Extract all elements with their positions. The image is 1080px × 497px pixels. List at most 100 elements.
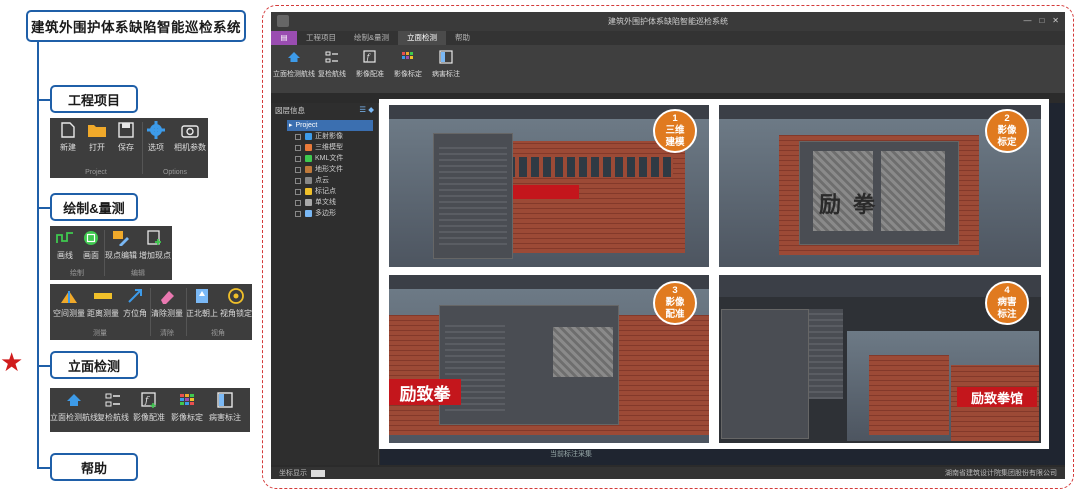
group-label-view: 视角 — [211, 330, 225, 337]
options-button[interactable]: 选项 — [140, 118, 172, 153]
tab-draw-measure[interactable]: 绘制&量测 — [345, 31, 398, 45]
image-calibration-button[interactable]: 影像标定 — [389, 45, 427, 93]
tab-facade-detection[interactable]: 立面检测 — [398, 31, 447, 45]
image-registration-button[interactable]: f 影像配准 — [130, 388, 168, 423]
draw-line-button[interactable]: 画线 — [52, 226, 78, 261]
step-badge-3: 3 影像 配准 — [653, 281, 697, 325]
edit-points-icon — [112, 229, 130, 247]
distance-measure-button[interactable]: 距离测量 — [86, 284, 120, 319]
category-facade-detection: 立面检测 — [50, 351, 138, 379]
azimuth-button[interactable]: 方位角 — [120, 284, 150, 319]
layer-icon — [305, 210, 312, 217]
tree-trunk-line — [37, 42, 39, 468]
category-help: 帮助 — [50, 453, 138, 481]
ruler-icon — [93, 287, 113, 305]
ribbon-measure: 空间测量 距离测量 方位角 清除测量 正北朝上 视角锁定 测量 清除 视角 — [50, 284, 252, 340]
space-measure-icon — [60, 287, 78, 305]
home-icon — [287, 48, 301, 66]
group-label-edit: 编辑 — [131, 270, 145, 277]
grid-colors-icon — [179, 391, 195, 409]
tree-node-markers[interactable]: 标记点 — [277, 186, 378, 197]
file-tab[interactable]: ▤ — [271, 31, 297, 45]
tree-node-lines[interactable]: 单文线 — [277, 197, 378, 208]
list-view-icon[interactable]: ☰ ◆ — [359, 105, 374, 114]
layer-icon — [305, 133, 312, 140]
north-up-button[interactable]: 正北朝上 — [184, 284, 220, 319]
coordinate-field — [311, 469, 325, 477]
camera-icon — [181, 121, 199, 139]
camera-params-button[interactable]: 相机参数 — [172, 118, 208, 153]
layer-tree: ▸ Project 正射影像 三维模型 KML文件 地形文件 点云 标记点 单文线… — [271, 116, 378, 219]
bottom-hint: 当前标注采集 — [550, 451, 592, 458]
group-label-clear: 清除 — [160, 330, 174, 337]
panel-icon — [217, 391, 233, 409]
layer-icon — [305, 155, 312, 162]
step-panel-calibration: 励拳 2 影像 标定 — [719, 105, 1041, 267]
home-icon — [66, 391, 82, 409]
svg-text:f: f — [366, 53, 372, 62]
tree-node-model[interactable]: 三维模型 — [277, 142, 378, 153]
minimize-icon[interactable]: — — [1023, 16, 1031, 25]
ribbon-facade: 立面检测航线 复检航线 f 影像配准 影像标定 病害标注 — [50, 388, 250, 432]
status-bar: 坐标显示 湖南省建筑设计院集团股份有限公司 — [271, 467, 1065, 479]
layer-panel: 図层信息 ☰ ◆ ▸ Project 正射影像 三维模型 KML文件 地形文件 点… — [271, 103, 379, 465]
tab-help[interactable]: 帮助 — [446, 31, 479, 45]
polygon-icon — [83, 229, 99, 247]
highlight-star-icon: ★ — [0, 347, 24, 377]
new-button[interactable]: 新建 — [54, 118, 82, 153]
maximize-icon[interactable]: □ — [1039, 16, 1044, 25]
defect-annotation-button[interactable]: 病害标注 — [206, 388, 244, 423]
svg-text:f: f — [144, 396, 150, 406]
company-label: 湖南省建筑设计院集团股份有限公司 — [945, 470, 1057, 477]
step-panel-annotation: 励致拳馆 4 病害 标注 — [719, 275, 1041, 443]
group-label-project: Project — [85, 169, 107, 176]
arrow-icon — [127, 287, 143, 305]
open-button[interactable]: 打开 — [82, 118, 112, 153]
eraser-icon — [158, 287, 176, 305]
system-title: 建筑外围护体系缺陷智能巡检系统 — [26, 10, 246, 42]
step-badge-1: 1 三维 建模 — [653, 109, 697, 153]
recheck-route-button[interactable]: 复检航线 — [96, 388, 130, 423]
checklist-icon — [105, 391, 121, 409]
tree-branch — [37, 207, 51, 209]
tree-node-pointcloud[interactable]: 点云 — [277, 175, 378, 186]
tree-node-project[interactable]: ▸ Project — [287, 120, 373, 131]
draw-polygon-button[interactable]: 画面 — [78, 226, 104, 261]
tab-project[interactable]: 工程项目 — [297, 31, 345, 45]
facade-route-button[interactable]: 立面检测航线 — [273, 45, 315, 93]
image-registration-button[interactable]: f 影像配准 — [351, 45, 389, 93]
app-ribbon: 立面检测航线 复检航线 f 影像配准 影像标定 病害标注 — [271, 45, 1065, 93]
shop-sign-image — [509, 185, 579, 199]
window-title: 建筑外围护体系缺陷智能巡检系统 — [608, 17, 728, 26]
tree-branch — [37, 365, 51, 367]
facade-route-button[interactable]: 立面检测航线 — [50, 388, 98, 423]
menu-tabs: ▤ 工程项目 绘制&量测 立面检测 帮助 — [271, 31, 1065, 45]
tree-node-ortho[interactable]: 正射影像 — [277, 131, 378, 142]
close-icon[interactable]: ✕ — [1052, 16, 1059, 25]
image-calibration-button[interactable]: 影像标定 — [168, 388, 206, 423]
add-point-icon — [147, 229, 163, 247]
tree-node-polygons[interactable]: 多边形 — [277, 208, 378, 219]
defect-annotation-button[interactable]: 病害标注 — [427, 45, 465, 93]
polyline-icon — [56, 229, 74, 247]
edit-points-button[interactable]: 现点编辑 — [104, 226, 138, 261]
category-project: 工程项目 — [50, 85, 138, 113]
layer-icon — [305, 188, 312, 195]
folder-icon — [87, 121, 107, 139]
title-bar: 建筑外围护体系缺陷智能巡检系统 — □ ✕ — [271, 12, 1065, 31]
group-label-options: Options — [162, 169, 188, 176]
recheck-route-button[interactable]: 复检航线 — [313, 45, 351, 93]
layer-icon — [305, 144, 312, 151]
ribbon-project: 新建 打开 保存 选项 相机参数 Project Options — [50, 118, 208, 178]
coordinate-label: 坐标显示 — [279, 470, 307, 477]
tree-branch — [37, 467, 51, 469]
tree-node-kml[interactable]: KML文件 — [277, 153, 378, 164]
save-button[interactable]: 保存 — [112, 118, 140, 153]
add-points-button[interactable]: 增加现点 — [138, 226, 172, 261]
tree-node-terrain[interactable]: 地形文件 — [277, 164, 378, 175]
clear-measure-button[interactable]: 清除测量 — [150, 284, 184, 319]
function-icon: f — [363, 48, 377, 66]
function-icon: f — [141, 391, 157, 409]
lock-view-button[interactable]: 视角锁定 — [220, 284, 252, 319]
space-measure-button[interactable]: 空间测量 — [52, 284, 86, 319]
